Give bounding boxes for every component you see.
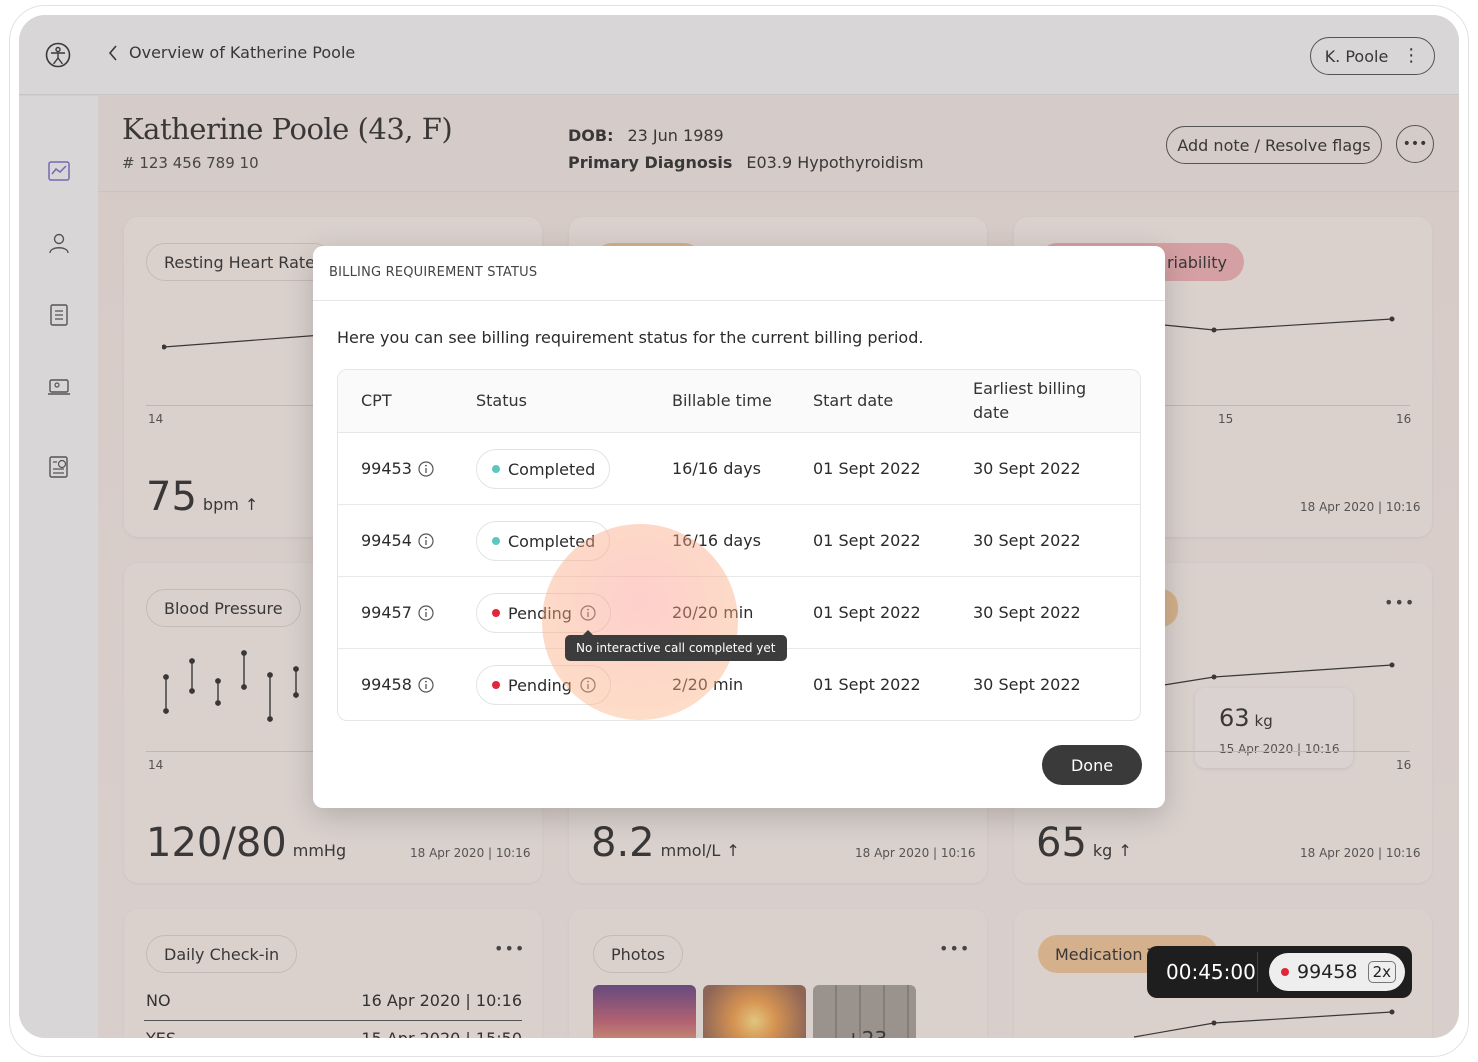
status-dot [492, 681, 500, 689]
cpt-code: 99457 [361, 603, 412, 622]
earliest-billing-cell: 30 Sept 2022 [973, 603, 1081, 622]
table-row: 99454 Completed 16/16 days 01 Sept 2022 … [338, 505, 1140, 577]
cpt-code: 99454 [361, 531, 412, 550]
start-date-cell: 01 Sept 2022 [813, 603, 921, 622]
cpt-code: 99453 [361, 459, 412, 478]
column-header-earliest-billing-date: Earliest billing date [973, 379, 1087, 422]
column-header-status: Status [476, 391, 527, 410]
info-icon[interactable] [418, 533, 434, 549]
start-date-cell: 01 Sept 2022 [813, 459, 921, 478]
table-row: 99453 Completed 16/16 days 01 Sept 2022 … [338, 433, 1140, 505]
earliest-billing-cell: 30 Sept 2022 [973, 675, 1081, 694]
status-label: Completed [508, 459, 596, 479]
info-icon[interactable] [418, 605, 434, 621]
earliest-billing-cell: 30 Sept 2022 [973, 531, 1081, 550]
table-header: CPT Status Billable time Start date Earl… [338, 370, 1140, 433]
status-dot [492, 465, 500, 473]
call-timer-widget[interactable]: 00:45:00 99458 2x [1147, 946, 1412, 998]
cpt-cell: 99454 [361, 529, 434, 553]
billable-time-cell: 16/16 days [672, 459, 761, 478]
modal-description: Here you can see billing requirement sta… [337, 328, 924, 347]
timer-divider [1257, 952, 1258, 992]
touch-indicator [542, 524, 738, 720]
cpt-cell: 99458 [361, 673, 434, 697]
done-button[interactable]: Done [1042, 745, 1142, 785]
info-icon[interactable] [418, 461, 434, 477]
timer-time: 00:45:00 [1166, 960, 1256, 984]
billing-table: CPT Status Billable time Start date Earl… [337, 369, 1141, 721]
status-dot [492, 609, 500, 617]
earliest-billing-cell: 30 Sept 2022 [973, 459, 1081, 478]
start-date-cell: 01 Sept 2022 [813, 531, 921, 550]
column-header-start-date: Start date [813, 391, 894, 410]
timer-multiplier: 2x [1367, 961, 1396, 983]
column-header-cpt: CPT [361, 391, 392, 410]
app-screen: Overview of Katherine Poole K. Poole ⋮ K… [19, 15, 1459, 1038]
column-header-billable-time: Billable time [672, 391, 772, 410]
cpt-cell: 99453 [361, 457, 434, 481]
modal-divider [313, 300, 1165, 301]
info-icon[interactable] [418, 677, 434, 693]
status-dot [492, 537, 500, 545]
status-dot [1281, 968, 1289, 976]
status-tooltip: No interactive call completed yet [565, 630, 787, 661]
timer-cpt-code: 99458 [1297, 961, 1358, 983]
timer-cpt-chip[interactable]: 99458 2x [1269, 953, 1405, 991]
start-date-cell: 01 Sept 2022 [813, 675, 921, 694]
modal-title: BILLING REQUIREMENT STATUS [329, 265, 538, 280]
cpt-code: 99458 [361, 675, 412, 694]
cpt-cell: 99457 [361, 601, 434, 625]
status-badge: Completed [476, 449, 611, 489]
billing-status-modal: BILLING REQUIREMENT STATUS Here you can … [313, 246, 1165, 808]
